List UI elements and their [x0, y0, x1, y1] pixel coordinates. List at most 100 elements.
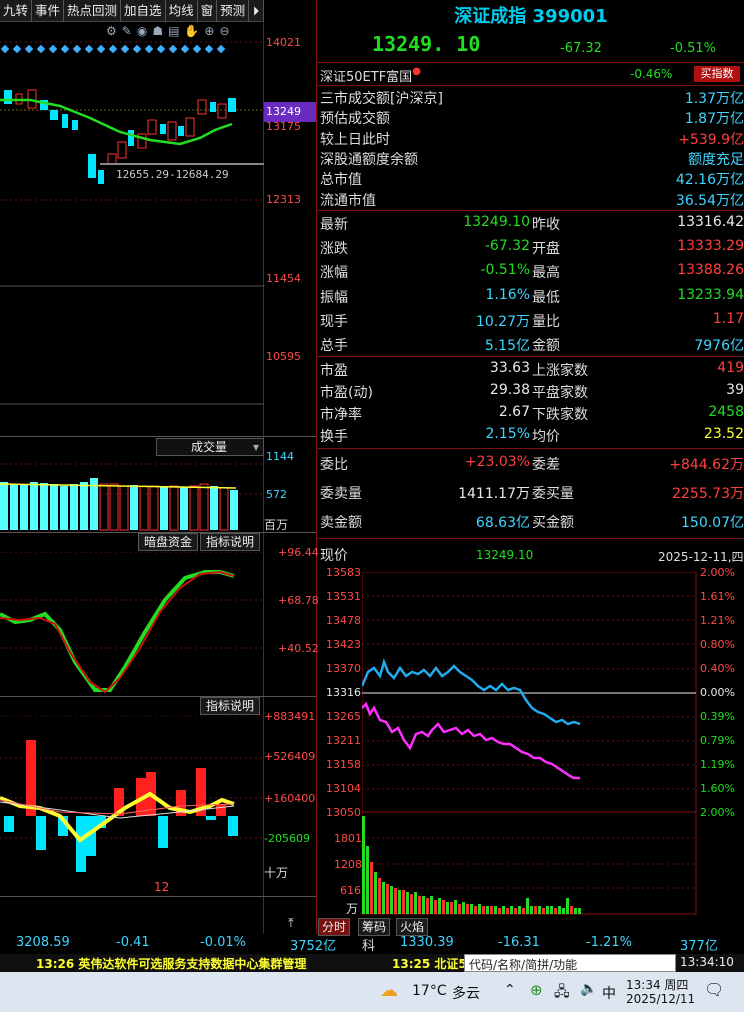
quote-info-row: 预估成交额 1.87万亿: [320, 108, 744, 128]
indicator1-axis-label: +40.52: [278, 642, 319, 655]
taskbar-time[interactable]: 13:34 周四: [626, 976, 688, 993]
stat-label: 市净率: [320, 407, 362, 423]
bottom-index-bar: 3208.59 -0.41 -0.01% 3752亿 科 1330.39 -16…: [0, 934, 744, 954]
quote-stat-row: 振幅 1.16% 最低 13233.94: [320, 287, 744, 309]
volume-selector[interactable]: 成交量 ▾: [156, 438, 264, 456]
stat-label: 委差: [532, 457, 560, 473]
quote-info-value: +539.9亿: [678, 131, 744, 148]
stat-label: 卖金额: [320, 515, 362, 531]
stat-value: 7976亿: [694, 338, 744, 354]
up-arrow-icon[interactable]: ⤒: [288, 916, 294, 931]
panel-divider: [316, 0, 317, 934]
indicator2-help-button[interactable]: 指标说明: [200, 697, 260, 715]
volume-selector-label: 成交量: [191, 440, 228, 454]
stat-label: 买金额: [532, 515, 574, 531]
stat-label: 市盈: [320, 363, 348, 379]
volume-icon[interactable]: 🔈: [580, 981, 597, 997]
news-item[interactable]: 13:26 英伟达软件可选服务支持数据中心集群管理: [36, 955, 306, 972]
chart-toolbar: 九转 事件 热点回测 加自选 均线 窗 预测 ⏵: [0, 0, 264, 22]
notification-icon[interactable]: 🗨: [704, 980, 724, 999]
intraday-vol-unit: 万: [346, 902, 359, 916]
collapse-icon[interactable]: ⏵: [249, 0, 264, 21]
chevron-up-icon[interactable]: ⌃: [504, 982, 516, 998]
weather-temp[interactable]: 17°C: [412, 983, 447, 999]
buy-index-button[interactable]: 买指数: [694, 66, 740, 82]
indicator1-line-fast: [0, 570, 235, 692]
intraday-axis-label: 13211: [326, 734, 361, 747]
news-ticker: 13:26 英伟达软件可选服务支持数据中心集群管理 13:25 北证5 代码/名…: [0, 954, 744, 972]
quote-info-label: 流通市值: [320, 192, 376, 209]
intraday-pct-label: 2.00%: [700, 566, 735, 579]
quote-info-label: 预估成交额: [320, 111, 390, 128]
current-price-tag: 13249: [264, 102, 316, 122]
intraday-axis-label: 13265: [326, 710, 361, 723]
quote-stat-row: 市盈 33.63 上涨家数 419: [320, 360, 744, 382]
indicator-help-button[interactable]: 指标说明: [200, 533, 260, 551]
quote-info-row: 流通市值 36.54万亿: [320, 190, 744, 210]
stat-value: 39: [726, 382, 744, 398]
stat-value: 2458: [708, 404, 744, 420]
intraday-pct-label: 1.19%: [700, 758, 735, 771]
kline-axis-label: 11454: [266, 272, 301, 285]
stat-label: 最新: [320, 217, 348, 233]
stat-label: 量比: [532, 313, 560, 330]
stat-value: 13233.94: [677, 286, 744, 303]
quote-stat-row: 涨跌 -67.32 开盘 13333.29: [320, 238, 744, 260]
news-item[interactable]: 13:25 北证5: [392, 955, 467, 972]
quote-info-label: 总市值: [320, 172, 362, 189]
stat-value: 10.27万: [475, 313, 530, 330]
ime-indicator[interactable]: 中: [602, 983, 616, 1003]
stat-value: -67.32: [484, 238, 530, 255]
stat-value: 2.15%: [485, 426, 530, 442]
indicator2-unit-label: 十万: [264, 866, 289, 880]
stat-value: 29.38: [489, 382, 530, 398]
index-pct: -1.21%: [586, 935, 632, 950]
stat-label: 最高: [532, 265, 560, 282]
stat-label: 委买量: [532, 486, 574, 502]
network-icon[interactable]: 🖧: [554, 981, 570, 1005]
stat-label: 振幅: [320, 289, 348, 306]
weather-desc[interactable]: 多云: [452, 983, 480, 1003]
quote-stat-row: 卖金额 68.63亿 买金额 150.07亿: [320, 512, 744, 534]
toolbar-item-hot-backtest[interactable]: 热点回测: [64, 0, 122, 21]
intraday-axis-label: 13478: [326, 614, 361, 627]
quote-stat-row: 委比 +23.03% 委差 +844.62万: [320, 454, 744, 476]
quote-stat-row: 总手 5.15亿 金额 7976亿: [320, 335, 744, 357]
stat-value: 419: [717, 360, 744, 376]
quote-info-value: 1.37万亿: [684, 91, 744, 107]
index-value: 3208.59: [16, 935, 70, 950]
etf-name[interactable]: 深证50ETF富国●: [320, 66, 421, 85]
kline-axis-label: 14021: [266, 36, 301, 49]
quote-info-row: 三市成交额[沪深京] 1.37万亿: [320, 88, 744, 108]
stat-value: 13388.26: [677, 262, 744, 279]
taskbar-date[interactable]: 2025/12/11: [626, 992, 695, 1006]
volume-axis-label: 572: [266, 488, 287, 501]
toolbar-item-window[interactable]: 窗: [198, 0, 218, 21]
intraday-pct-label: 0.79%: [700, 734, 735, 747]
stat-value: 5.15亿: [484, 338, 530, 354]
tab-dark-pool-fund[interactable]: 暗盘资金: [138, 533, 198, 551]
index-pct: -0.01%: [200, 935, 246, 950]
stat-value: 1411.17万: [458, 486, 530, 502]
kline-axis-label: 13175: [266, 120, 301, 133]
toolbar-item-event[interactable]: 事件: [32, 0, 65, 21]
toolbar-item-predict[interactable]: 预测: [217, 0, 250, 21]
weather-icon[interactable]: ☁: [380, 980, 398, 1001]
quote-stat-row: 最新 13249.10 昨收 13316.42: [320, 214, 744, 236]
toolbar-item-jiuzhuan[interactable]: 九转: [0, 0, 33, 21]
quote-info-row: 较上日此时 +539.9亿: [320, 129, 744, 149]
quote-stat-row: 市净率 2.67 下跌家数 2458: [320, 404, 744, 426]
toolbar-item-add-watch[interactable]: 加自选: [121, 0, 166, 21]
app-tray-icon[interactable]: ⊕: [530, 981, 543, 999]
etf-name-label: 深证50ETF富国: [320, 70, 413, 85]
clock-time: 13:34:10: [680, 955, 734, 969]
search-input[interactable]: 代码/名称/简拼/功能: [464, 954, 676, 972]
quote-info-value: 36.54万亿: [675, 192, 744, 209]
dot-icon: ●: [412, 66, 421, 77]
toolbar-item-ma[interactable]: 均线: [166, 0, 198, 21]
quote-info-row: 深股通额度余额 额度充足: [320, 149, 744, 169]
intraday-axis-label: 13158: [326, 758, 361, 771]
index-value: 1330.39: [400, 935, 454, 950]
index-name: 科: [362, 939, 376, 954]
stat-value: 13333.29: [677, 238, 744, 255]
